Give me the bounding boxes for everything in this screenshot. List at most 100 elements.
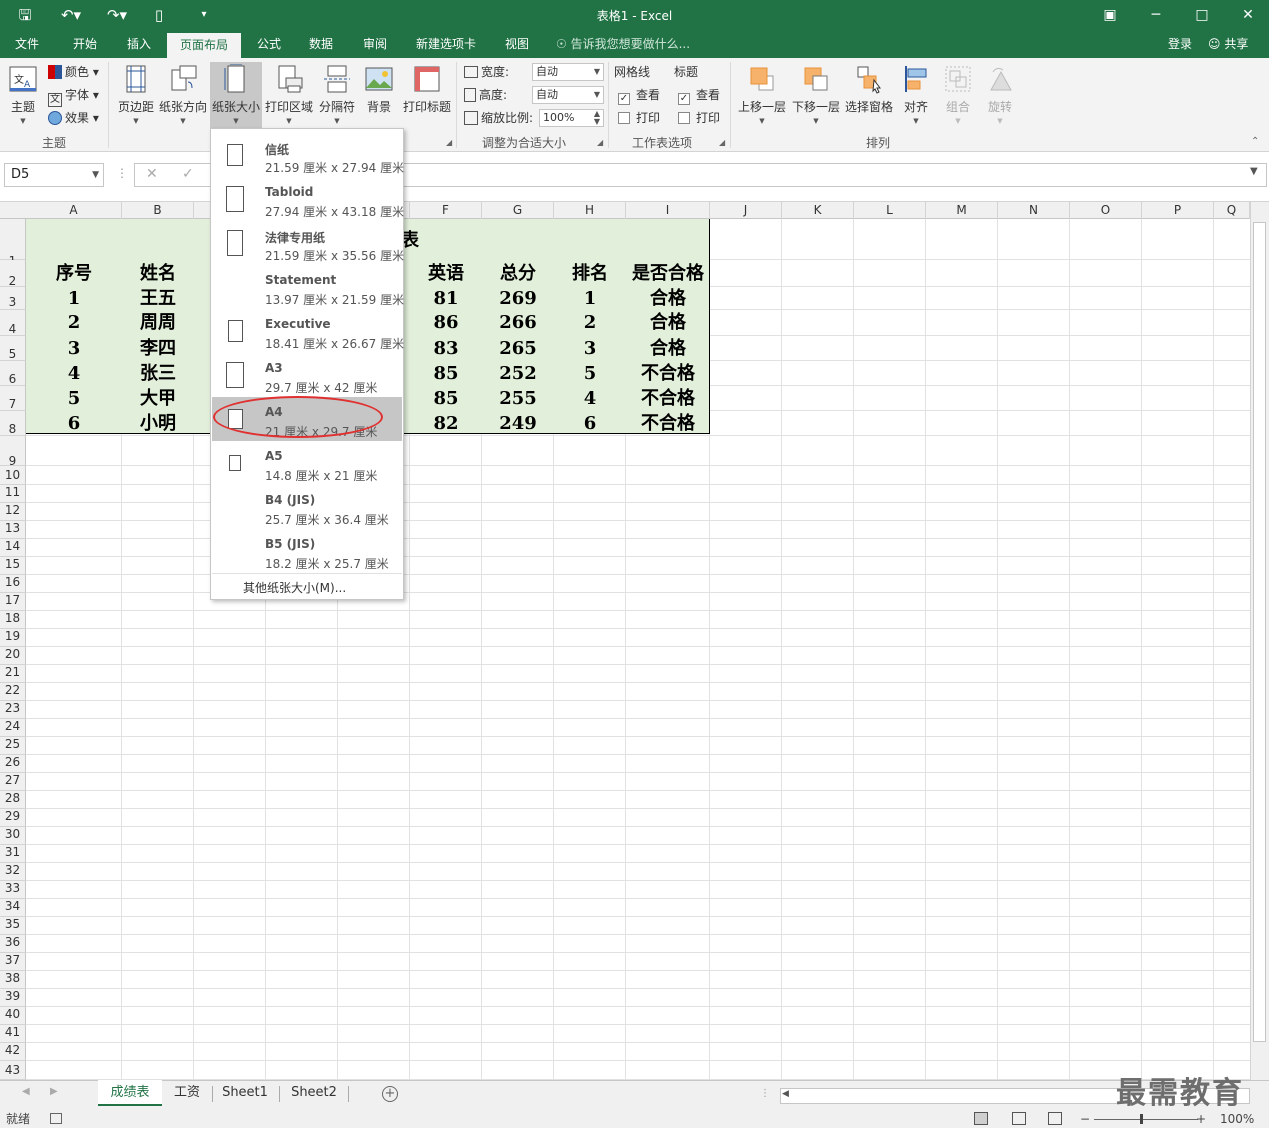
row-header[interactable]: 20 xyxy=(0,647,26,665)
row-header[interactable]: 28 xyxy=(0,791,26,809)
normal-view-icon[interactable] xyxy=(974,1112,988,1125)
tab-review[interactable]: 审阅 xyxy=(352,30,398,58)
more-icon[interactable]: ⋮ xyxy=(116,166,128,180)
column-header[interactable]: L xyxy=(854,202,926,219)
breaks-button[interactable]: 分隔符 ▼ xyxy=(316,62,358,132)
headings-view-checkbox[interactable]: ✓ 查看 xyxy=(678,85,720,105)
width-select[interactable]: 自动 ▼ xyxy=(532,63,604,81)
zoom-level[interactable]: 100% xyxy=(1220,1110,1254,1128)
expand-formula-icon[interactable]: ▼ xyxy=(1250,166,1258,177)
row-header[interactable]: 38 xyxy=(0,971,26,989)
column-header[interactable]: P xyxy=(1142,202,1214,219)
macro-record-icon[interactable] xyxy=(50,1113,62,1124)
row-header[interactable]: 40 xyxy=(0,1007,26,1025)
selection-pane-button[interactable]: 选择窗格 xyxy=(843,62,895,132)
bring-forward-button[interactable]: 上移一层 ▼ xyxy=(736,62,788,132)
row-header[interactable]: 36 xyxy=(0,935,26,953)
height-select[interactable]: 自动 ▼ xyxy=(532,86,604,104)
signin-link[interactable]: 登录 xyxy=(1168,30,1192,58)
maximize-icon[interactable]: □ xyxy=(1182,3,1222,27)
paper-size-item[interactable]: A3 29.7 厘米 x 42 厘米 xyxy=(212,353,402,397)
colors-button[interactable]: 颜色 ▾ xyxy=(48,62,99,82)
tab-new[interactable]: 新建选项卡 xyxy=(408,30,484,58)
row-header[interactable]: 43 xyxy=(0,1061,26,1080)
row-header[interactable]: 33 xyxy=(0,881,26,899)
tab-home[interactable]: 开始 xyxy=(62,30,108,58)
row-header[interactable]: 4 xyxy=(0,310,26,336)
margins-button[interactable]: 页边距 ▼ xyxy=(114,62,158,132)
group-button[interactable]: 组合 ▼ xyxy=(940,62,976,132)
column-header[interactable]: H xyxy=(554,202,626,219)
paper-size-item[interactable]: 信纸 21.59 厘米 x 27.94 厘米 xyxy=(212,133,404,177)
tab-data[interactable]: 数据 xyxy=(298,30,344,58)
tab-view[interactable]: 视图 xyxy=(494,30,540,58)
column-header[interactable]: J xyxy=(710,202,782,219)
row-header[interactable]: 27 xyxy=(0,773,26,791)
effects-button[interactable]: 效果 ▾ xyxy=(48,108,99,128)
row-header[interactable]: 5 xyxy=(0,336,26,361)
row-header[interactable]: 31 xyxy=(0,845,26,863)
row-header[interactable]: 34 xyxy=(0,899,26,917)
row-header[interactable]: 29 xyxy=(0,809,26,827)
row-header[interactable]: 11 xyxy=(0,485,26,503)
row-header[interactable]: 12 xyxy=(0,503,26,521)
paper-size-item[interactable]: B5 (JIS) 18.2 厘米 x 25.7 厘米 xyxy=(212,529,402,573)
row-header[interactable]: 21 xyxy=(0,665,26,683)
tab-page-layout[interactable]: 页面布局 xyxy=(167,33,241,58)
row-header[interactable]: 26 xyxy=(0,755,26,773)
paper-size-item[interactable]: 法律专用纸 21.59 厘米 x 35.56 厘米 xyxy=(212,221,404,265)
row-header[interactable]: 24 xyxy=(0,719,26,737)
collapse-ribbon-icon[interactable]: ⌃ xyxy=(1251,136,1259,147)
tab-file[interactable]: 文件 xyxy=(4,30,50,58)
column-header[interactable]: B xyxy=(122,202,194,219)
row-header[interactable]: 15 xyxy=(0,557,26,575)
vertical-scroll-thumb[interactable] xyxy=(1253,222,1266,1042)
rotate-button[interactable]: 旋转 ▼ xyxy=(982,62,1018,132)
minimize-icon[interactable]: ─ xyxy=(1136,3,1176,27)
column-header[interactable]: Q xyxy=(1214,202,1250,219)
headings-print-checkbox[interactable]: 打印 xyxy=(678,108,720,128)
column-header[interactable]: K xyxy=(782,202,854,219)
zoom-in-icon[interactable]: + xyxy=(1196,1110,1206,1128)
align-button[interactable]: 对齐 ▼ xyxy=(898,62,934,132)
sheet-tab-salary[interactable]: 工资 xyxy=(164,1080,210,1106)
prev-sheet-icon[interactable]: ◀ xyxy=(22,1086,30,1097)
tab-formulas[interactable]: 公式 xyxy=(246,30,292,58)
tell-me-box[interactable]: ☉ 告诉我您想要做什么... xyxy=(556,30,690,58)
gridlines-view-checkbox[interactable]: ✓ 查看 xyxy=(618,85,660,105)
row-header[interactable]: 14 xyxy=(0,539,26,557)
row-header[interactable]: 30 xyxy=(0,827,26,845)
row-header[interactable]: 13 xyxy=(0,521,26,539)
paper-size-item[interactable]: Executive 18.41 厘米 x 26.67 厘米 xyxy=(212,309,404,353)
page-setup-launcher-icon[interactable]: ◢ xyxy=(446,138,452,147)
column-header[interactable]: M xyxy=(926,202,998,219)
themes-button[interactable]: 文A 主题 ▼ xyxy=(4,62,42,132)
background-button[interactable]: 背景 xyxy=(360,62,398,132)
row-header[interactable]: 2 xyxy=(0,260,26,288)
row-header[interactable]: 18 xyxy=(0,611,26,629)
print-area-button[interactable]: 打印区域 ▼ xyxy=(264,62,314,132)
row-header[interactable]: 7 xyxy=(0,386,26,411)
row-header[interactable]: 39 xyxy=(0,989,26,1007)
close-icon[interactable]: ✕ xyxy=(1228,3,1268,27)
column-header[interactable]: F xyxy=(410,202,482,219)
row-header[interactable]: 17 xyxy=(0,593,26,611)
row-header[interactable]: 1 xyxy=(0,219,26,268)
row-header[interactable]: 22 xyxy=(0,683,26,701)
more-icon[interactable]: ⋮ xyxy=(760,1088,770,1099)
column-header[interactable]: N xyxy=(998,202,1070,219)
sheet-options-launcher-icon[interactable]: ◢ xyxy=(719,138,725,147)
column-header[interactable]: A xyxy=(26,202,122,219)
sheet-tab-sheet2[interactable]: Sheet2 xyxy=(282,1080,346,1106)
paper-size-item[interactable]: A5 14.8 厘米 x 21 厘米 xyxy=(212,441,402,485)
orientation-button[interactable]: 纸张方向 ▼ xyxy=(158,62,208,132)
row-header[interactable]: 25 xyxy=(0,737,26,755)
name-box[interactable]: D5 ▼ xyxy=(4,163,104,187)
page-break-view-icon[interactable] xyxy=(1048,1112,1062,1125)
row-header[interactable]: 23 xyxy=(0,701,26,719)
row-header[interactable]: 42 xyxy=(0,1043,26,1061)
row-header[interactable]: 32 xyxy=(0,863,26,881)
add-sheet-icon[interactable]: + xyxy=(382,1086,398,1102)
page-layout-view-icon[interactable] xyxy=(1012,1112,1026,1125)
scale-spinner[interactable]: 100% ▲ ▼ xyxy=(539,109,604,127)
